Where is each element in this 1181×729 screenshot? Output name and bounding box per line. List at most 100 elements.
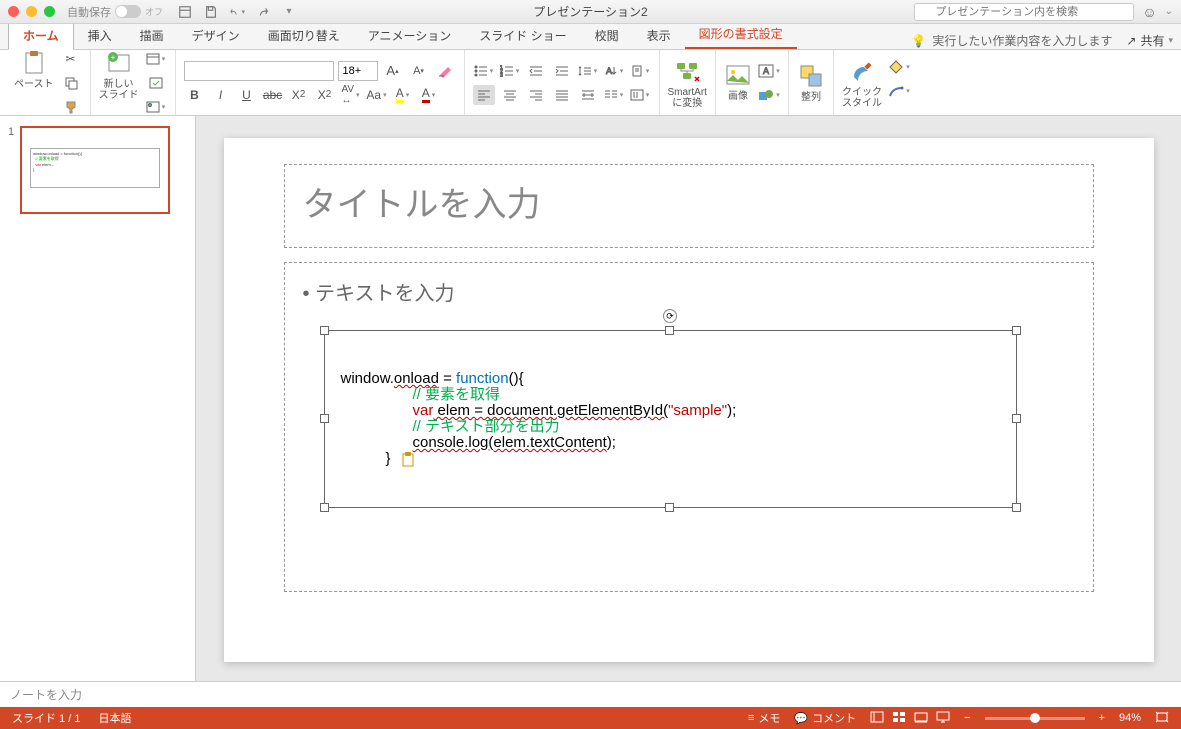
tab-home[interactable]: ホーム <box>8 21 74 50</box>
font-size-input[interactable] <box>338 61 378 81</box>
align-center-icon[interactable] <box>499 85 521 105</box>
tab-transitions[interactable]: 画面切り替え <box>254 22 354 49</box>
reading-view-icon[interactable] <box>914 711 928 726</box>
resize-handle-w[interactable] <box>320 414 329 423</box>
tab-slideshow[interactable]: スライド ショー <box>465 22 580 49</box>
reset-icon[interactable] <box>145 73 167 93</box>
paste-options-icon[interactable] <box>400 451 416 467</box>
rotate-handle[interactable]: ⟳ <box>663 309 677 323</box>
superscript-icon[interactable]: X2 <box>288 85 310 105</box>
smartart-button[interactable]: SmartArt に変換 <box>668 57 707 109</box>
resize-handle-nw[interactable] <box>320 326 329 335</box>
save-icon[interactable] <box>203 4 219 20</box>
strikethrough-icon[interactable]: abc <box>262 85 284 105</box>
quick-styles-button[interactable]: クイック スタイル <box>842 57 882 109</box>
bold-icon[interactable]: B <box>184 85 206 105</box>
text-box[interactable]: ⟳ window.onload = function(){ // 要素を取得 v… <box>324 330 1017 508</box>
resize-handle-s[interactable] <box>665 503 674 512</box>
tab-insert[interactable]: 挿入 <box>74 22 126 49</box>
comments-toggle[interactable]: 💬コメント <box>794 710 856 726</box>
code-content[interactable]: window.onload = function(){ // 要素を取得 var… <box>325 331 1016 477</box>
tab-view[interactable]: 表示 <box>633 22 685 49</box>
normal-view-icon[interactable] <box>870 711 884 726</box>
increase-font-icon[interactable]: A▴ <box>382 61 404 81</box>
bullets-icon[interactable] <box>473 61 495 81</box>
zoom-percent[interactable]: 94% <box>1119 712 1141 724</box>
italic-icon[interactable]: I <box>210 85 232 105</box>
resize-handle-n[interactable] <box>665 326 674 335</box>
new-slide-button[interactable]: + 新しい スライド <box>99 49 139 101</box>
format-painter-icon[interactable] <box>60 97 82 117</box>
tell-me-input[interactable]: 💡 実行したい作業内容を入力します <box>911 32 1112 49</box>
zoom-out-icon[interactable]: − <box>964 712 970 724</box>
cut-icon[interactable]: ✂ <box>60 49 82 69</box>
writing-direction-icon[interactable] <box>629 85 651 105</box>
window-minimize[interactable] <box>26 6 37 17</box>
paste-button[interactable]: ペースト <box>14 49 54 90</box>
layout-icon[interactable] <box>145 49 167 69</box>
align-left-icon[interactable] <box>473 85 495 105</box>
shapes-icon[interactable] <box>758 85 780 105</box>
clear-format-icon[interactable] <box>434 61 456 81</box>
change-case-icon[interactable]: Aa <box>366 85 388 105</box>
justify-icon[interactable] <box>551 85 573 105</box>
window-zoom[interactable] <box>44 6 55 17</box>
text-direction-icon[interactable]: A <box>603 61 625 81</box>
resize-handle-ne[interactable] <box>1012 326 1021 335</box>
feedback-icon[interactable]: ☺ <box>1142 4 1156 20</box>
subscript-icon[interactable]: X2 <box>314 85 336 105</box>
tab-review[interactable]: 校閲 <box>581 22 633 49</box>
shape-outline-icon[interactable] <box>888 81 910 101</box>
tab-draw[interactable]: 描画 <box>126 22 178 49</box>
resize-handle-e[interactable] <box>1012 414 1021 423</box>
char-spacing-icon[interactable]: AV↔ <box>340 85 362 105</box>
zoom-slider[interactable] <box>985 717 1085 720</box>
autosave-toggle[interactable]: 自動保存 オフ <box>67 4 163 20</box>
undo-icon[interactable] <box>229 4 245 20</box>
notes-pane[interactable]: ノートを入力 <box>0 681 1181 707</box>
window-close[interactable] <box>8 6 19 17</box>
resize-handle-se[interactable] <box>1012 503 1021 512</box>
distribute-icon[interactable] <box>577 85 599 105</box>
copy-icon[interactable] <box>60 73 82 93</box>
slide-1[interactable]: タイトルを入力 • テキストを入力 ⟳ window.onload = func… <box>224 138 1154 662</box>
font-family-input[interactable] <box>184 61 334 81</box>
tab-shape-format[interactable]: 図形の書式設定 <box>685 20 797 49</box>
columns-icon[interactable] <box>603 85 625 105</box>
picture-button[interactable]: 画像 <box>724 61 752 102</box>
align-text-icon[interactable] <box>629 61 651 81</box>
tab-design[interactable]: デザイン <box>178 22 254 49</box>
textbox-icon[interactable]: A <box>758 61 780 81</box>
arrange-button[interactable]: 整列 <box>797 62 825 103</box>
search-input[interactable] <box>914 3 1134 21</box>
tab-animations[interactable]: アニメーション <box>354 22 466 49</box>
sorter-view-icon[interactable] <box>892 711 906 726</box>
section-icon[interactable] <box>145 97 167 117</box>
slide-thumbnail-1[interactable]: window.onload = function(){ // 要素を取得 var… <box>20 126 170 214</box>
line-spacing-icon[interactable] <box>577 61 599 81</box>
home-icon[interactable] <box>177 4 193 20</box>
thumbnail-panel[interactable]: 1 window.onload = function(){ // 要素を取得 v… <box>0 116 196 681</box>
decrease-font-icon[interactable]: A▾ <box>408 61 430 81</box>
language-indicator[interactable]: 日本語 <box>98 710 131 726</box>
increase-indent-icon[interactable] <box>551 61 573 81</box>
title-placeholder[interactable]: タイトルを入力 <box>284 164 1094 248</box>
slideshow-view-icon[interactable] <box>936 711 950 726</box>
underline-icon[interactable]: U <box>236 85 258 105</box>
decrease-indent-icon[interactable] <box>525 61 547 81</box>
document-title: プレゼンテーション2 <box>533 3 647 20</box>
highlight-icon[interactable]: A <box>392 85 414 105</box>
fit-window-icon[interactable] <box>1155 711 1169 726</box>
titlebar-chevron-icon[interactable]: ⌄ <box>1165 6 1173 17</box>
resize-handle-sw[interactable] <box>320 503 329 512</box>
shape-fill-icon[interactable] <box>888 57 910 77</box>
font-color-icon[interactable]: A <box>418 85 440 105</box>
redo-icon[interactable] <box>255 4 271 20</box>
align-right-icon[interactable] <box>525 85 547 105</box>
slide-canvas[interactable]: タイトルを入力 • テキストを入力 ⟳ window.onload = func… <box>196 116 1181 681</box>
share-button[interactable]: ↗ 共有 ▾ <box>1126 32 1173 49</box>
qat-more-icon[interactable]: ▾ <box>281 4 297 20</box>
notes-toggle[interactable]: ≡メモ <box>748 710 780 726</box>
zoom-in-icon[interactable]: + <box>1099 712 1105 724</box>
numbering-icon[interactable]: 123 <box>499 61 521 81</box>
